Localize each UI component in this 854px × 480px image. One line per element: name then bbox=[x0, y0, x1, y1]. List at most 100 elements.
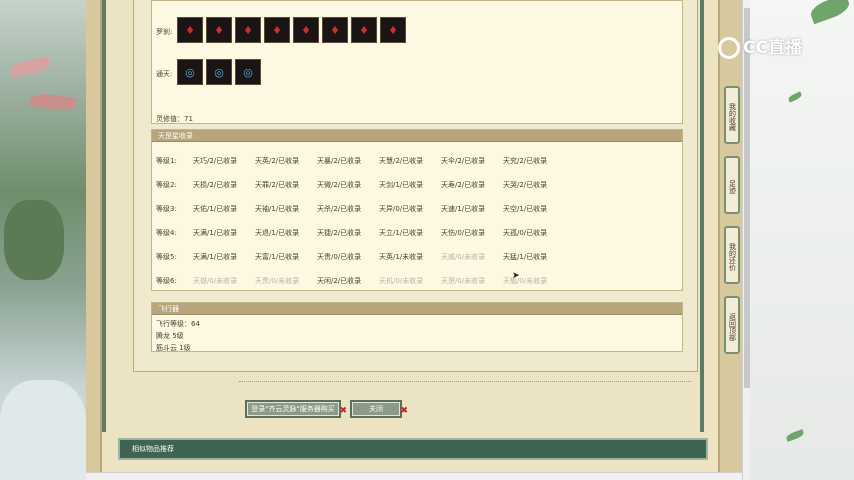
collection-cell: 天猛/1/已收录 bbox=[503, 253, 548, 261]
red-artifact-icon[interactable]: ♦ bbox=[264, 17, 290, 43]
red-artifact-icon[interactable]: ♦ bbox=[351, 17, 377, 43]
red-artifact-icon[interactable]: ♦ bbox=[235, 17, 261, 43]
cc-live-logo: CC直播 bbox=[718, 33, 802, 59]
collection-row: 等级6: 天雄/0/未收录 天贵/0/未收录 天闲/2/已收录 天机/0/未收录 天罡/0… bbox=[156, 276, 565, 286]
collection-cell: 天满/1/已收录 bbox=[193, 253, 238, 261]
collection-cell: 天威/0/未收录 bbox=[441, 253, 486, 261]
collection-row: 等级2: 天损/2/已收录 天罪/2/已收录 天微/2/已收录 天剑/1/已收录 天寿/2… bbox=[156, 180, 565, 190]
artifact-icons-row: ◎ ◎ ◎ bbox=[177, 59, 261, 85]
close-x-icon: ✖ bbox=[339, 406, 347, 416]
mouse-cursor-icon: ➤ bbox=[512, 271, 520, 281]
collection-cell: 天佑/1/已收录 bbox=[193, 205, 238, 213]
flight-level: 飞行等级：64 bbox=[156, 320, 200, 328]
flight-mount-2: 筋斗云 1级 bbox=[156, 344, 191, 352]
collection-level-label: 等级6: bbox=[156, 277, 177, 285]
history-tab[interactable]: 足迹 bbox=[724, 156, 740, 214]
collection-cell: 天退/1/已收录 bbox=[255, 229, 300, 237]
red-artifact-icon[interactable]: ♦ bbox=[206, 17, 232, 43]
vertical-scrollbar[interactable] bbox=[742, 0, 750, 480]
collection-row: 等级4: 天满/1/已收录 天退/1/已收录 天捷/2/已收录 天立/1/已收录 天伤/0… bbox=[156, 228, 565, 238]
cloud-decoration bbox=[0, 380, 86, 480]
left-background-scenery bbox=[0, 0, 86, 480]
collection-cell: 天速/1/已收录 bbox=[441, 205, 486, 213]
collection-cell: 天贵/0/未收录 bbox=[255, 277, 300, 285]
flower-decoration bbox=[29, 91, 77, 113]
right-background-scenery bbox=[750, 0, 854, 480]
collection-level-label: 等级5: bbox=[156, 253, 177, 261]
collection-cell: 天贵/0/已收录 bbox=[317, 253, 362, 261]
collection-cell: 天究/2/已收录 bbox=[503, 157, 548, 165]
collection-section: 天罡星收录 等级1: 天巧/2/已收录 天英/2/已收录 天暴/2/已收录 天慧/2/已… bbox=[151, 129, 683, 291]
blue-ring-icon[interactable]: ◎ bbox=[206, 59, 232, 85]
collection-cell: 天空/1/已收录 bbox=[503, 205, 548, 213]
close-button[interactable]: 关闭 ✖ bbox=[350, 400, 408, 418]
collection-cell: 天伤/0/已收录 bbox=[441, 229, 486, 237]
back-to-top-tab[interactable]: 返回顶部 bbox=[724, 296, 740, 354]
artifact-row-label: 罗刹: bbox=[156, 28, 173, 36]
blue-ring-icon[interactable]: ◎ bbox=[177, 59, 203, 85]
artifact-icons-row: ♦ ♦ ♦ ♦ ♦ ♦ ♦ ♦ bbox=[177, 17, 406, 43]
artifact-section: 罗刹: ♦ ♦ ♦ ♦ ♦ ♦ ♦ ♦ 通天: ◎ ◎ ◎ 灵修值：71 bbox=[151, 0, 683, 124]
collection-cell: 天哭/2/已收录 bbox=[503, 181, 548, 189]
collection-cell: 天捷/2/已收录 bbox=[317, 229, 362, 237]
cc-logo-icon bbox=[718, 37, 740, 59]
red-artifact-icon[interactable]: ♦ bbox=[322, 17, 348, 43]
collection-level-label: 等级1: bbox=[156, 157, 177, 165]
blue-ring-icon[interactable]: ◎ bbox=[235, 59, 261, 85]
collection-title: 天罡星收录 bbox=[152, 130, 682, 142]
collection-cell: 天异/0/已收录 bbox=[379, 205, 424, 213]
tree-decoration bbox=[4, 200, 64, 280]
collection-cell: 天满/1/已收录 bbox=[193, 229, 238, 237]
collection-cell: 天剑/1/已收录 bbox=[379, 181, 424, 189]
collection-cell: 天暴/2/已收录 bbox=[317, 157, 362, 165]
leaf-decoration bbox=[808, 0, 852, 25]
collection-row: 等级5: 天满/1/已收录 天富/1/已收录 天贵/0/已收录 天英/1/未收录 天威/0… bbox=[156, 252, 565, 262]
bargain-tab[interactable]: 我的还价 bbox=[724, 226, 740, 284]
horizontal-scrollbar[interactable] bbox=[86, 472, 742, 480]
collection-cell: 天罪/2/已收录 bbox=[255, 181, 300, 189]
red-artifact-icon[interactable]: ♦ bbox=[380, 17, 406, 43]
leaf-decoration bbox=[785, 429, 805, 442]
flight-mount-1: 腾龙 5级 bbox=[156, 332, 184, 340]
cc-logo-text: CC直播 bbox=[743, 38, 802, 58]
detail-panel: 罗刹: ♦ ♦ ♦ ♦ ♦ ♦ ♦ ♦ 通天: ◎ ◎ ◎ 灵修值：71 天罡星收录 等级1: 天巧… bbox=[151, 0, 683, 355]
collection-row: 等级1: 天巧/2/已收录 天英/2/已收录 天暴/2/已收录 天慧/2/已收录 天伞/2… bbox=[156, 156, 565, 166]
collection-row: 等级3: 天佑/1/已收录 天袖/1/已收录 天杀/2/已收录 天异/0/已收录 天速/1… bbox=[156, 204, 565, 214]
leaf-decoration bbox=[787, 91, 803, 103]
login-purchase-button[interactable]: 登录"齐云灵脉"服务器购买 ✖ bbox=[245, 400, 347, 418]
collection-cell: 天袖/1/已收录 bbox=[255, 205, 300, 213]
red-artifact-icon[interactable]: ♦ bbox=[293, 17, 319, 43]
scrollbar-thumb[interactable] bbox=[744, 8, 750, 388]
collection-cell: 天机/0/未收录 bbox=[379, 277, 424, 285]
close-button-label: 关闭 bbox=[369, 405, 383, 413]
collection-cell: 天损/2/已收录 bbox=[193, 181, 238, 189]
red-artifact-icon[interactable]: ♦ bbox=[177, 17, 203, 43]
collection-cell: 天英/2/已收录 bbox=[255, 157, 300, 165]
login-purchase-label: 登录"齐云灵脉"服务器购买 bbox=[251, 405, 335, 413]
spirit-value: 灵修值：71 bbox=[156, 115, 193, 123]
flight-title: 飞行器 bbox=[152, 303, 682, 315]
flight-section: 飞行器 飞行等级：64 腾龙 5级 筋斗云 1级 bbox=[151, 302, 683, 352]
collection-level-label: 等级3: bbox=[156, 205, 177, 213]
collection-cell: 天英/1/未收录 bbox=[379, 253, 424, 261]
frame-strip-right bbox=[700, 0, 704, 432]
similar-items-bar: 相似物品推荐 bbox=[118, 438, 708, 460]
frame-strip-left bbox=[102, 0, 106, 432]
similar-items-title: 相似物品推荐 bbox=[132, 445, 174, 453]
artifact-row-label: 通天: bbox=[156, 70, 173, 78]
collection-cell: 天巧/2/已收录 bbox=[193, 157, 238, 165]
close-x-icon: ✖ bbox=[400, 406, 408, 416]
collection-cell: 天孤/0/已收录 bbox=[503, 229, 548, 237]
flower-decoration bbox=[9, 56, 51, 78]
collection-level-label: 等级4: bbox=[156, 229, 177, 237]
divider bbox=[239, 381, 691, 382]
collection-cell: 天罡/0/未收录 bbox=[441, 277, 486, 285]
collection-cell: 天慧/2/已收录 bbox=[379, 157, 424, 165]
favorites-tab[interactable]: 我的收藏 bbox=[724, 86, 740, 144]
collection-cell: 天微/2/已收录 bbox=[317, 181, 362, 189]
collection-level-label: 等级2: bbox=[156, 181, 177, 189]
collection-cell: 天杀/2/已收录 bbox=[317, 205, 362, 213]
collection-cell: 天富/1/已收录 bbox=[255, 253, 300, 261]
collection-cell: 天闲/2/已收录 bbox=[317, 277, 362, 285]
collection-cell: 天立/1/已收录 bbox=[379, 229, 424, 237]
